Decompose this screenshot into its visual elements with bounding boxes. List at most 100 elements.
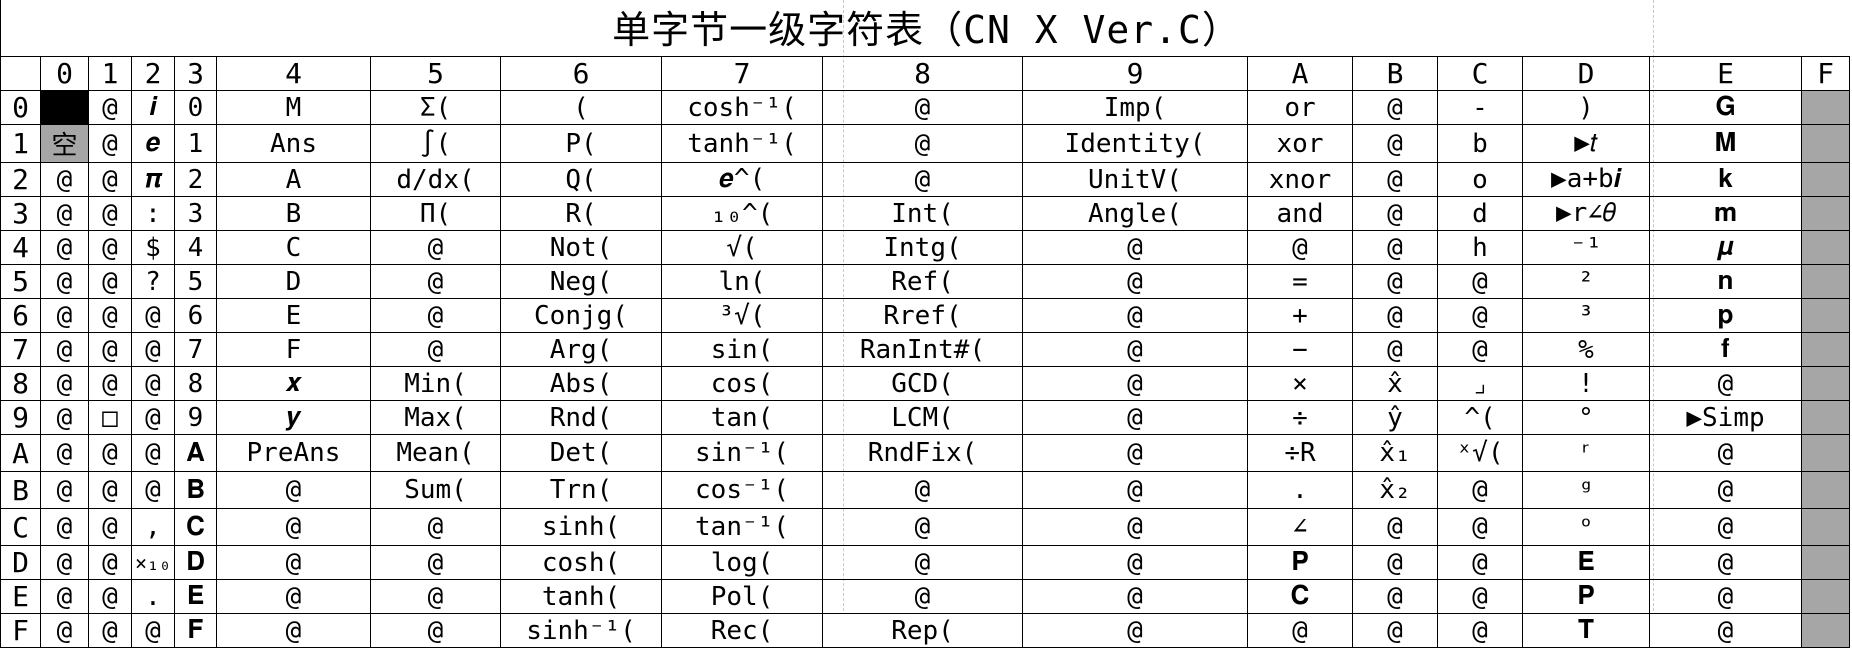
char-cell[interactable]: 6: [174, 298, 217, 333]
char-cell[interactable]: ▶𝑡: [1522, 124, 1650, 163]
char-cell[interactable]: log(: [661, 545, 823, 580]
char-cell[interactable]: @: [131, 613, 175, 648]
char-cell[interactable]: C: [216, 230, 371, 265]
char-cell[interactable]: @: [1352, 579, 1438, 614]
char-cell[interactable]: ³√(: [661, 298, 823, 333]
char-cell[interactable]: .: [1247, 471, 1353, 509]
char-cell[interactable]: @: [1352, 332, 1438, 367]
char-cell[interactable]: @: [40, 264, 89, 299]
char-cell[interactable]: ⁻¹: [1522, 230, 1650, 265]
char-cell[interactable]: GCD(: [822, 366, 1023, 401]
char-cell[interactable]: xor: [1247, 124, 1353, 163]
char-cell[interactable]: √(: [661, 230, 823, 265]
char-cell[interactable]: @: [1022, 545, 1248, 580]
char-cell[interactable]: ▶r∠𝜃: [1522, 196, 1650, 231]
char-cell[interactable]: @: [1649, 579, 1802, 614]
char-cell[interactable]: Σ(: [370, 90, 501, 125]
char-cell[interactable]: ÷R: [1247, 434, 1353, 472]
char-cell[interactable]: Q(: [500, 162, 662, 197]
char-cell[interactable]: ,: [131, 508, 175, 546]
char-cell[interactable]: @: [40, 162, 89, 197]
char-cell[interactable]: 𝐏: [1247, 545, 1353, 580]
char-cell[interactable]: ÷: [1247, 400, 1353, 435]
char-cell[interactable]: ˣ√(: [1437, 434, 1523, 472]
char-cell[interactable]: ▶a+b𝒊: [1522, 162, 1650, 197]
char-cell[interactable]: tanh(: [500, 579, 662, 614]
char-cell[interactable]: sin⁻¹(: [661, 434, 823, 472]
char-cell[interactable]: [1801, 162, 1850, 197]
char-cell[interactable]: @: [370, 264, 501, 299]
char-cell[interactable]: 1: [174, 124, 217, 163]
char-cell[interactable]: [1801, 471, 1850, 509]
char-cell[interactable]: R(: [500, 196, 662, 231]
char-cell[interactable]: cosh⁻¹(: [661, 90, 823, 125]
char-cell[interactable]: @: [1022, 508, 1248, 546]
char-cell[interactable]: sin(: [661, 332, 823, 367]
char-cell[interactable]: Identity(: [1022, 124, 1248, 163]
char-cell[interactable]: 𝒊: [131, 90, 175, 125]
char-cell[interactable]: @: [1022, 400, 1248, 435]
char-cell[interactable]: =: [1247, 264, 1353, 299]
char-cell[interactable]: tanh⁻¹(: [661, 124, 823, 163]
char-cell[interactable]: tan(: [661, 400, 823, 435]
char-cell[interactable]: @: [1649, 613, 1802, 648]
char-cell[interactable]: 𝐦: [1649, 196, 1802, 231]
char-cell[interactable]: Pol(: [661, 579, 823, 614]
char-cell[interactable]: @: [1352, 508, 1438, 546]
char-cell[interactable]: Trn(: [500, 471, 662, 509]
char-cell[interactable]: 2: [174, 162, 217, 197]
char-cell[interactable]: 3: [174, 196, 217, 231]
char-cell[interactable]: @: [1437, 471, 1523, 509]
char-cell[interactable]: @: [88, 196, 132, 231]
char-cell[interactable]: 𝒙: [216, 366, 371, 401]
char-cell[interactable]: 8: [174, 366, 217, 401]
char-cell[interactable]: 𝐌: [1649, 124, 1802, 163]
char-cell[interactable]: [1801, 298, 1850, 333]
char-cell[interactable]: @: [1437, 264, 1523, 299]
char-cell[interactable]: [1801, 230, 1850, 265]
char-cell[interactable]: □: [88, 400, 132, 435]
char-cell[interactable]: @: [1352, 545, 1438, 580]
char-cell[interactable]: B: [216, 196, 371, 231]
char-cell[interactable]: @: [40, 545, 89, 580]
char-cell[interactable]: @: [131, 332, 175, 367]
char-cell[interactable]: Min(: [370, 366, 501, 401]
char-cell[interactable]: LCM(: [822, 400, 1023, 435]
char-cell[interactable]: RndFix(: [822, 434, 1023, 472]
char-cell[interactable]: @: [88, 90, 132, 125]
char-cell[interactable]: 𝐤: [1649, 162, 1802, 197]
char-cell[interactable]: x̂: [1352, 366, 1438, 401]
char-cell[interactable]: @: [40, 230, 89, 265]
char-cell-selected[interactable]: [40, 90, 89, 125]
char-cell[interactable]: @: [822, 162, 1023, 197]
char-cell[interactable]: [1801, 508, 1850, 546]
char-cell[interactable]: @: [370, 298, 501, 333]
char-cell[interactable]: @: [216, 545, 371, 580]
char-cell[interactable]: @: [1437, 579, 1523, 614]
char-cell[interactable]: @: [1022, 230, 1248, 265]
char-cell[interactable]: @: [822, 90, 1023, 125]
char-cell[interactable]: Int(: [822, 196, 1023, 231]
char-cell[interactable]: @: [40, 434, 89, 472]
char-cell[interactable]: ∫(: [370, 124, 501, 163]
char-cell[interactable]: 𝐃: [174, 545, 217, 580]
char-cell[interactable]: @: [40, 298, 89, 333]
char-cell[interactable]: 𝐄: [174, 579, 217, 614]
char-cell[interactable]: P(: [500, 124, 662, 163]
char-cell[interactable]: @: [88, 579, 132, 614]
char-cell[interactable]: Ans: [216, 124, 371, 163]
char-cell[interactable]: @: [822, 471, 1023, 509]
char-cell[interactable]: ³: [1522, 298, 1650, 333]
char-cell[interactable]: @: [822, 545, 1023, 580]
char-cell[interactable]: @: [370, 579, 501, 614]
char-cell[interactable]: @: [216, 613, 371, 648]
char-cell[interactable]: ŷ: [1352, 400, 1438, 435]
char-cell[interactable]: [1801, 196, 1850, 231]
char-cell[interactable]: @: [1352, 613, 1438, 648]
char-cell[interactable]: [1801, 124, 1850, 163]
char-cell[interactable]: Mean(: [370, 434, 501, 472]
char-cell[interactable]: @: [1649, 434, 1802, 472]
char-cell[interactable]: 7: [174, 332, 217, 367]
char-cell[interactable]: @: [131, 434, 175, 472]
char-cell[interactable]: cos(: [661, 366, 823, 401]
